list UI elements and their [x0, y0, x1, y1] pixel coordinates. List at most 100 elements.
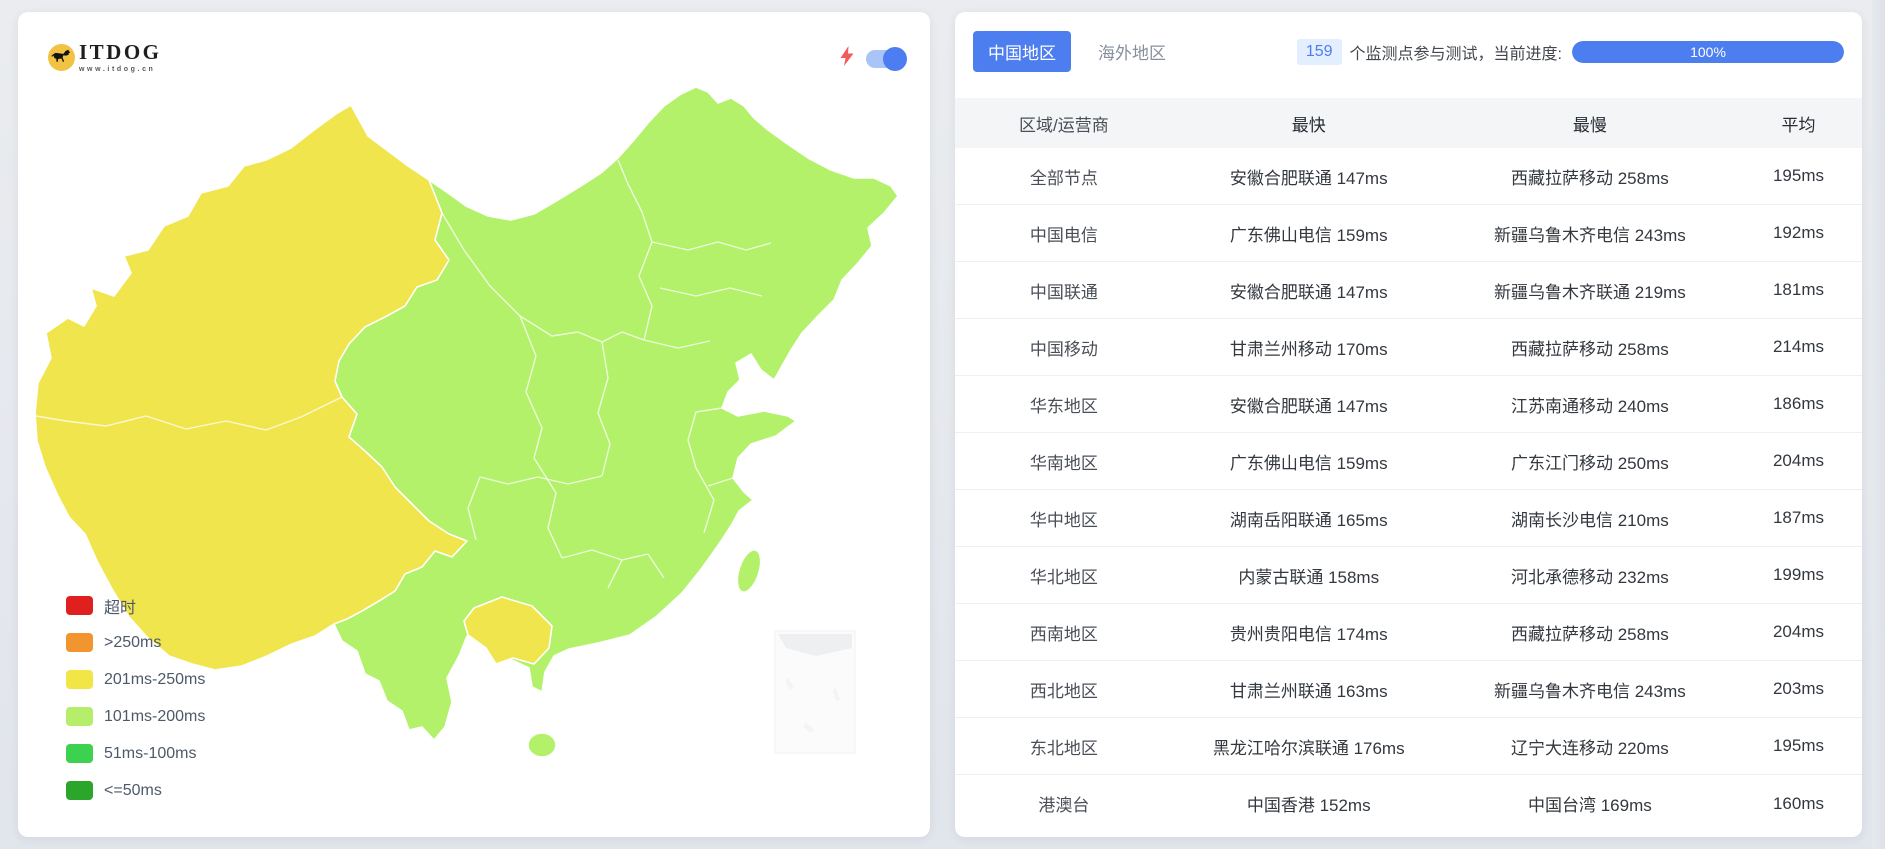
cell-average: 203ms	[1772, 679, 1824, 698]
table-row[interactable]: 西北地区 甘肃兰州联通 163ms 新疆乌鲁木齐电信 243ms 203ms	[955, 661, 1862, 718]
lightning-icon	[840, 46, 854, 71]
cell-average: 199ms	[1772, 565, 1824, 584]
cell-fastest: 甘肃兰州移动 170ms	[1229, 339, 1388, 359]
map-region-hainan[interactable]	[527, 732, 557, 758]
cell-average: 192ms	[1772, 223, 1824, 242]
cell-fastest: 甘肃兰州联通 163ms	[1229, 681, 1388, 701]
cell-region: 东北地区	[1029, 738, 1098, 758]
legend-item: 超时	[66, 587, 205, 624]
table-row[interactable]: 中国联通 安徽合肥联通 147ms 新疆乌鲁木齐联通 219ms 181ms	[955, 262, 1862, 319]
tab-china-region[interactable]: 中国地区	[973, 31, 1071, 72]
dog-icon	[48, 44, 75, 71]
cell-average: 195ms	[1772, 166, 1824, 185]
legend-label: >250ms	[104, 633, 162, 651]
monitor-count-badge: 159	[1296, 38, 1342, 65]
cell-average: 186ms	[1772, 394, 1824, 413]
south-china-sea-inset	[774, 630, 856, 754]
logo-site-text: www.itdog.cn	[79, 66, 156, 73]
header-fastest: 最快	[1291, 115, 1326, 135]
cell-average: 181ms	[1772, 280, 1824, 299]
cell-average: 204ms	[1772, 622, 1824, 641]
cell-fastest: 湖南岳阳联通 165ms	[1229, 510, 1388, 530]
cell-slowest: 西藏拉萨移动 258ms	[1511, 624, 1669, 644]
logo-brand-text: ITDOG	[79, 40, 162, 64]
cell-region: 华东地区	[1029, 396, 1098, 416]
map-region-taiwan[interactable]	[733, 547, 766, 595]
table-row[interactable]: 港澳台 中国香港 152ms 中国台湾 169ms 160ms	[955, 775, 1862, 832]
header-average: 平均	[1781, 115, 1816, 135]
cell-slowest: 新疆乌鲁木齐联通 219ms	[1494, 282, 1686, 302]
cell-slowest: 江苏南通移动 240ms	[1511, 396, 1669, 416]
monitor-text: 个监测点参与测试，当前进度:	[1349, 45, 1562, 63]
cell-fastest: 黑龙江哈尔滨联通 176ms	[1212, 738, 1405, 758]
progress-bar: 100%	[1572, 40, 1844, 63]
table-row[interactable]: 华中地区 湖南岳阳联通 165ms 湖南长沙电信 210ms 187ms	[955, 490, 1862, 547]
cell-slowest: 新疆乌鲁木齐电信 243ms	[1494, 225, 1686, 245]
table-row[interactable]: 华北地区 内蒙古联通 158ms 河北承德移动 232ms 199ms	[955, 547, 1862, 604]
cell-slowest: 西藏拉萨移动 258ms	[1511, 168, 1669, 188]
cell-fastest: 贵州贵阳电信 174ms	[1229, 624, 1388, 644]
progress-label: 100%	[1690, 43, 1726, 60]
legend-label: <=50ms	[104, 781, 162, 799]
cell-slowest: 湖南长沙电信 210ms	[1511, 510, 1669, 530]
legend-item: 51ms-100ms	[66, 735, 205, 772]
cell-region: 中国联通	[1029, 282, 1098, 302]
cell-average: 204ms	[1772, 451, 1824, 470]
cell-fastest: 中国香港 152ms	[1246, 796, 1371, 815]
table-row[interactable]: 华南地区 广东佛山电信 159ms 广东江门移动 250ms 204ms	[955, 433, 1862, 490]
cell-region: 港澳台	[1038, 796, 1090, 815]
itdog-logo[interactable]: ITDOG www.itdog.cn	[48, 42, 162, 73]
legend-item: 201ms-250ms	[66, 661, 205, 698]
cell-region: 西北地区	[1029, 681, 1098, 701]
cell-region: 中国电信	[1029, 225, 1098, 245]
tab-overseas-region[interactable]: 海外地区	[1083, 31, 1181, 72]
cell-average: 214ms	[1772, 337, 1824, 356]
cell-region: 西南地区	[1029, 624, 1098, 644]
legend-swatch	[66, 633, 93, 652]
legend-swatch	[66, 744, 93, 763]
legend-swatch	[66, 707, 93, 726]
table-row[interactable]: 全部节点 安徽合肥联通 147ms 西藏拉萨移动 258ms 195ms	[955, 148, 1862, 205]
toggle-knob	[883, 46, 907, 71]
browser-scrollbar[interactable]	[1872, 0, 1885, 849]
cell-fastest: 广东佛山电信 159ms	[1229, 453, 1388, 473]
legend-swatch	[66, 781, 93, 800]
header-slowest: 最慢	[1572, 115, 1607, 135]
cell-region: 中国移动	[1029, 339, 1098, 359]
table-row[interactable]: 中国移动 甘肃兰州移动 170ms 西藏拉萨移动 258ms 214ms	[955, 319, 1862, 376]
cell-region: 全部节点	[1029, 168, 1098, 188]
table-row[interactable]: 东北地区 黑龙江哈尔滨联通 176ms 辽宁大连移动 220ms 195ms	[955, 718, 1862, 775]
map-panel: ITDOG www.itdog.cn 超时 >250ms 201ms-250ms…	[18, 12, 930, 837]
legend-label: 201ms-250ms	[104, 670, 206, 688]
cell-fastest: 安徽合肥联通 147ms	[1229, 396, 1388, 416]
legend-item: <=50ms	[66, 772, 205, 809]
cell-region: 华中地区	[1029, 510, 1098, 530]
map-mode-toggle[interactable]	[866, 46, 907, 71]
cell-fastest: 内蒙古联通 158ms	[1238, 567, 1380, 587]
legend-swatch	[66, 670, 93, 689]
cell-slowest: 广东江门移动 250ms	[1511, 453, 1669, 473]
legend-label: 超时	[104, 599, 137, 617]
legend-label: 51ms-100ms	[104, 744, 197, 762]
legend-item: >250ms	[66, 624, 205, 661]
map-legend: 超时 >250ms 201ms-250ms 101ms-200ms 51ms-1…	[66, 587, 205, 809]
cell-average: 160ms	[1772, 793, 1824, 813]
cell-fastest: 广东佛山电信 159ms	[1229, 225, 1388, 245]
cell-fastest: 安徽合肥联通 147ms	[1229, 168, 1388, 188]
cell-slowest: 西藏拉萨移动 258ms	[1511, 339, 1669, 359]
progress-fill: 100%	[1572, 40, 1844, 63]
cell-average: 187ms	[1772, 508, 1824, 527]
cell-slowest: 中国台湾 169ms	[1528, 796, 1652, 815]
legend-swatch	[66, 596, 93, 615]
cell-average: 195ms	[1772, 736, 1824, 755]
cell-slowest: 河北承德移动 232ms	[1511, 567, 1669, 587]
cell-fastest: 安徽合肥联通 147ms	[1229, 282, 1388, 302]
table-row[interactable]: 中国电信 广东佛山电信 159ms 新疆乌鲁木齐电信 243ms 192ms	[955, 205, 1862, 262]
table-row[interactable]: 华东地区 安徽合肥联通 147ms 江苏南通移动 240ms 186ms	[955, 376, 1862, 433]
cell-region: 华南地区	[1029, 453, 1098, 473]
results-panel: 中国地区 海外地区 159 个监测点参与测试，当前进度: 100% 区域/运营商…	[955, 12, 1862, 837]
cell-slowest: 新疆乌鲁木齐电信 243ms	[1494, 681, 1686, 701]
legend-label: 101ms-200ms	[104, 707, 206, 725]
table-row[interactable]: 西南地区 贵州贵阳电信 174ms 西藏拉萨移动 258ms 204ms	[955, 604, 1862, 661]
cell-region: 华北地区	[1029, 567, 1098, 587]
